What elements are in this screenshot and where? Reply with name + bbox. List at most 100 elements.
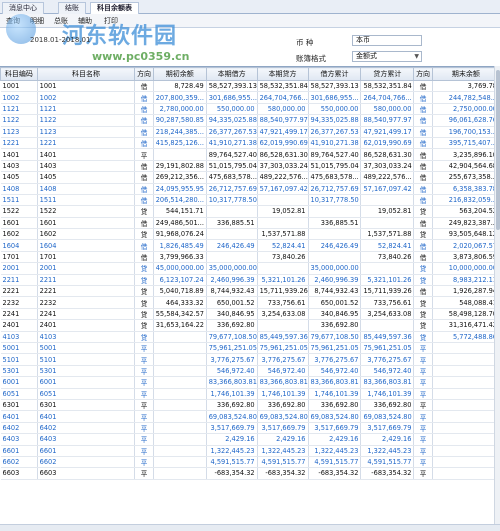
table-row[interactable]: 1522 1522 贷 544,151.71 19,052.81 19,052.81 贷 56… [0,205,500,218]
table-row[interactable]: 5101 5101 平 3,776,275.67 3,776,275.67 3,776,2… [0,353,500,366]
cell-cum-debit: 3,517,669.79 [308,422,362,435]
table-row[interactable]: 1405 1405 借 269,212,356... 475,683,578... 489… [0,171,500,184]
cell-cum-credit: 1,537,571.88 [360,228,415,241]
cell-cum-credit: 19,052.81 [360,205,415,218]
header-col-cum-debit[interactable]: 借方累计 [307,67,362,81]
cell-debit: 26,712,757.69 [206,183,258,195]
table-row[interactable]: 1602 1602 贷 91,968,076.24 1,537,571.88 1,537,… [0,228,500,241]
cell-cum-credit: 88,540,977.97 [360,114,415,127]
header-col-credit[interactable]: 本期贷方 [256,67,309,81]
cell-debit [206,251,258,264]
cell-name: 5301 [37,365,136,378]
cell-debit: 75,961,251.05 [206,342,258,355]
cell-debit: 336,692.80 [206,319,258,332]
scrollbar-thumb[interactable] [496,70,500,230]
cell-credit: -683,354.32 [257,467,309,480]
cell-opening [153,148,207,161]
table-row[interactable]: 1221 1221 借 415,825,126... 41,910,271.38 62,0… [0,137,500,150]
cell-debit: 650,001.52 [206,296,258,309]
format-select[interactable]: 金额式 ▼ [352,51,422,62]
table-row[interactable]: 4103 4103 贷 79,677,108.50 85,449,597.36 79,67… [0,331,500,344]
cell-opening: 24,095,955.95 [153,183,207,195]
cell-cum-credit [360,217,415,230]
header-col-opening[interactable]: 期初余额 [152,67,207,81]
table-row[interactable]: 6602 6602 平 4,591,515.77 4,591,515.77 4,591,5… [0,456,500,469]
table-row[interactable]: 2211 2211 贷 6,123,107.24 2,460,996.39 5,321,1… [0,274,500,287]
table-row[interactable]: 2221 2221 贷 5,040,718.89 8,744,932.43 15,711,… [0,285,500,298]
cell-cum-credit: 57,167,097.42 [360,183,415,195]
status-bar [0,524,500,531]
cell-debit: 2,460,996.39 [206,274,258,287]
cell-direction: 借 [134,239,154,252]
table-row[interactable]: 6601 6601 平 1,322,445.23 1,322,445.23 1,322,4… [0,445,500,457]
table-row[interactable]: 1701 1701 借 3,799,966.33 73,840.26 73,840.26 借… [0,251,500,264]
table-row[interactable]: 2001 2001 贷 45,000,000.00 35,000,000.00 35,00… [0,262,500,275]
header-col-name[interactable]: 科目名称 [36,67,136,81]
table-row[interactable]: 1123 1123 借 218,244,385... 26,377,267.53 47,9… [0,126,500,138]
cell-opening [153,342,207,355]
table-row[interactable]: 6051 6051 平 1,746,101.39 1,746,101.39 1,746,1… [0,388,500,400]
cell-direction2: 借 [413,217,433,230]
cell-name: 1511 [37,194,136,207]
table-row[interactable]: 1401 1401 平 89,764,527.40 86,528,631.30 89,76… [0,148,500,161]
table-row[interactable]: 1511 1511 借 206,514,280... 10,317,778.50 10,3… [0,194,500,207]
cell-opening: 45,000,000.00 [153,262,207,275]
table-row[interactable]: 1403 1403 借 29,191,802.88 51,015,795.04 37,30… [0,160,500,173]
table-row[interactable]: 5001 5001 平 75,961,251.05 75,961,251.05 75,96… [0,342,500,355]
header-col-direction[interactable]: 方向 [134,67,154,81]
cell-credit: 3,254,633.08 [257,308,309,321]
table-row[interactable]: 6401 6401 平 69,083,524.80 69,083,524.80 69,08… [0,410,500,423]
cell-cum-credit: 2,429.16 [360,433,415,446]
table-row[interactable]: 6001 6001 平 83,366,803.81 83,366,803.81 83,36… [0,376,500,389]
header-col-direction2[interactable]: 方向 [413,67,433,81]
header-col-code[interactable]: 科目编码 [0,67,38,81]
cell-credit [257,194,309,207]
cell-debit: 3,517,669.79 [206,422,258,435]
cell-credit: 58,532,351.84 [257,80,309,93]
tab-close-account[interactable]: 结账 [58,2,86,14]
cell-credit: 546,972.40 [257,365,309,378]
table-row[interactable]: 1002 1002 借 207,800,359... 301,686,955... 264… [0,91,500,104]
table-row[interactable]: 1121 1121 借 2,780,000.00 550,000.00 580,000.0… [0,103,500,116]
cell-closing: 96,061,628.76 [432,114,500,127]
table-row[interactable]: 1122 1122 借 90,287,580.85 94,335,025.88 88,54… [0,114,500,127]
cell-credit: 86,528,631.30 [257,148,309,161]
cell-closing [432,376,500,389]
cell-direction2: 借 [413,194,433,207]
cell-direction2: 平 [413,353,433,366]
cell-opening: 415,825,126... [153,137,207,150]
tab-message-center[interactable]: 消息中心 [2,2,44,14]
header-col-debit[interactable]: 本期借方 [205,67,258,81]
cell-opening: 218,244,385... [153,126,207,138]
table-row[interactable]: 6603 6603 平 -683,354.32 -683,354.32 -683,354.… [0,467,500,480]
table-row[interactable]: 2232 2232 贷 464,333.32 650,001.52 733,756.61 6… [0,296,500,309]
cell-direction2: 借 [413,251,433,264]
table-row[interactable]: 6403 6403 平 2,429.16 2,429.16 2,429.16 2,429.1… [0,433,500,446]
cell-closing: 244,782,548... [432,91,500,104]
table-row[interactable]: 5301 5301 平 546,972.40 546,972.40 546,972.40 5… [0,365,500,378]
table-row[interactable]: 2401 2401 贷 31,653,164.22 336,692.80 336,692.… [0,319,500,332]
table-row[interactable]: 1001 1001 借 8,728.49 58,527,393.13 58,532,351… [0,80,500,93]
table-row[interactable]: 2241 2241 贷 55,584,342.57 340,846.95 3,254,63… [0,308,500,321]
cell-closing [432,433,500,446]
cell-name: 1604 [37,239,136,252]
cell-direction2: 借 [413,91,433,104]
vertical-scrollbar[interactable] [494,66,500,526]
table-row[interactable]: 6402 6402 平 3,517,669.79 3,517,669.79 3,517,6… [0,422,500,435]
cell-debit: -683,354.32 [206,467,258,480]
table-row[interactable]: 1601 1601 借 249,486,501... 336,885.51 336,885… [0,217,500,230]
cell-cum-credit: 37,303,033.24 [360,160,415,173]
cell-direction2: 贷 [413,308,433,321]
table-row[interactable]: 6301 6301 平 336,692.80 336,692.80 336,692.80 3… [0,399,500,412]
tab-account-balance[interactable]: 科目余额表 [90,2,139,14]
header-col-closing[interactable]: 期末余额 [431,67,500,81]
currency-field[interactable]: 本币 [352,35,422,46]
table-row[interactable]: 1604 1604 借 1,826,485.49 246,426.49 52,824.41… [0,239,500,252]
table-row[interactable]: 1408 1408 借 24,095,955.95 26,712,757.69 57,16… [0,183,500,195]
cell-credit: 4,591,515.77 [257,456,309,469]
header-col-cum-credit[interactable]: 贷方累计 [360,67,415,81]
cell-closing: 6,358,383.78 [432,183,500,195]
cell-opening [153,388,207,400]
cell-name: 4103 [37,331,136,344]
cell-direction: 贷 [134,296,154,309]
